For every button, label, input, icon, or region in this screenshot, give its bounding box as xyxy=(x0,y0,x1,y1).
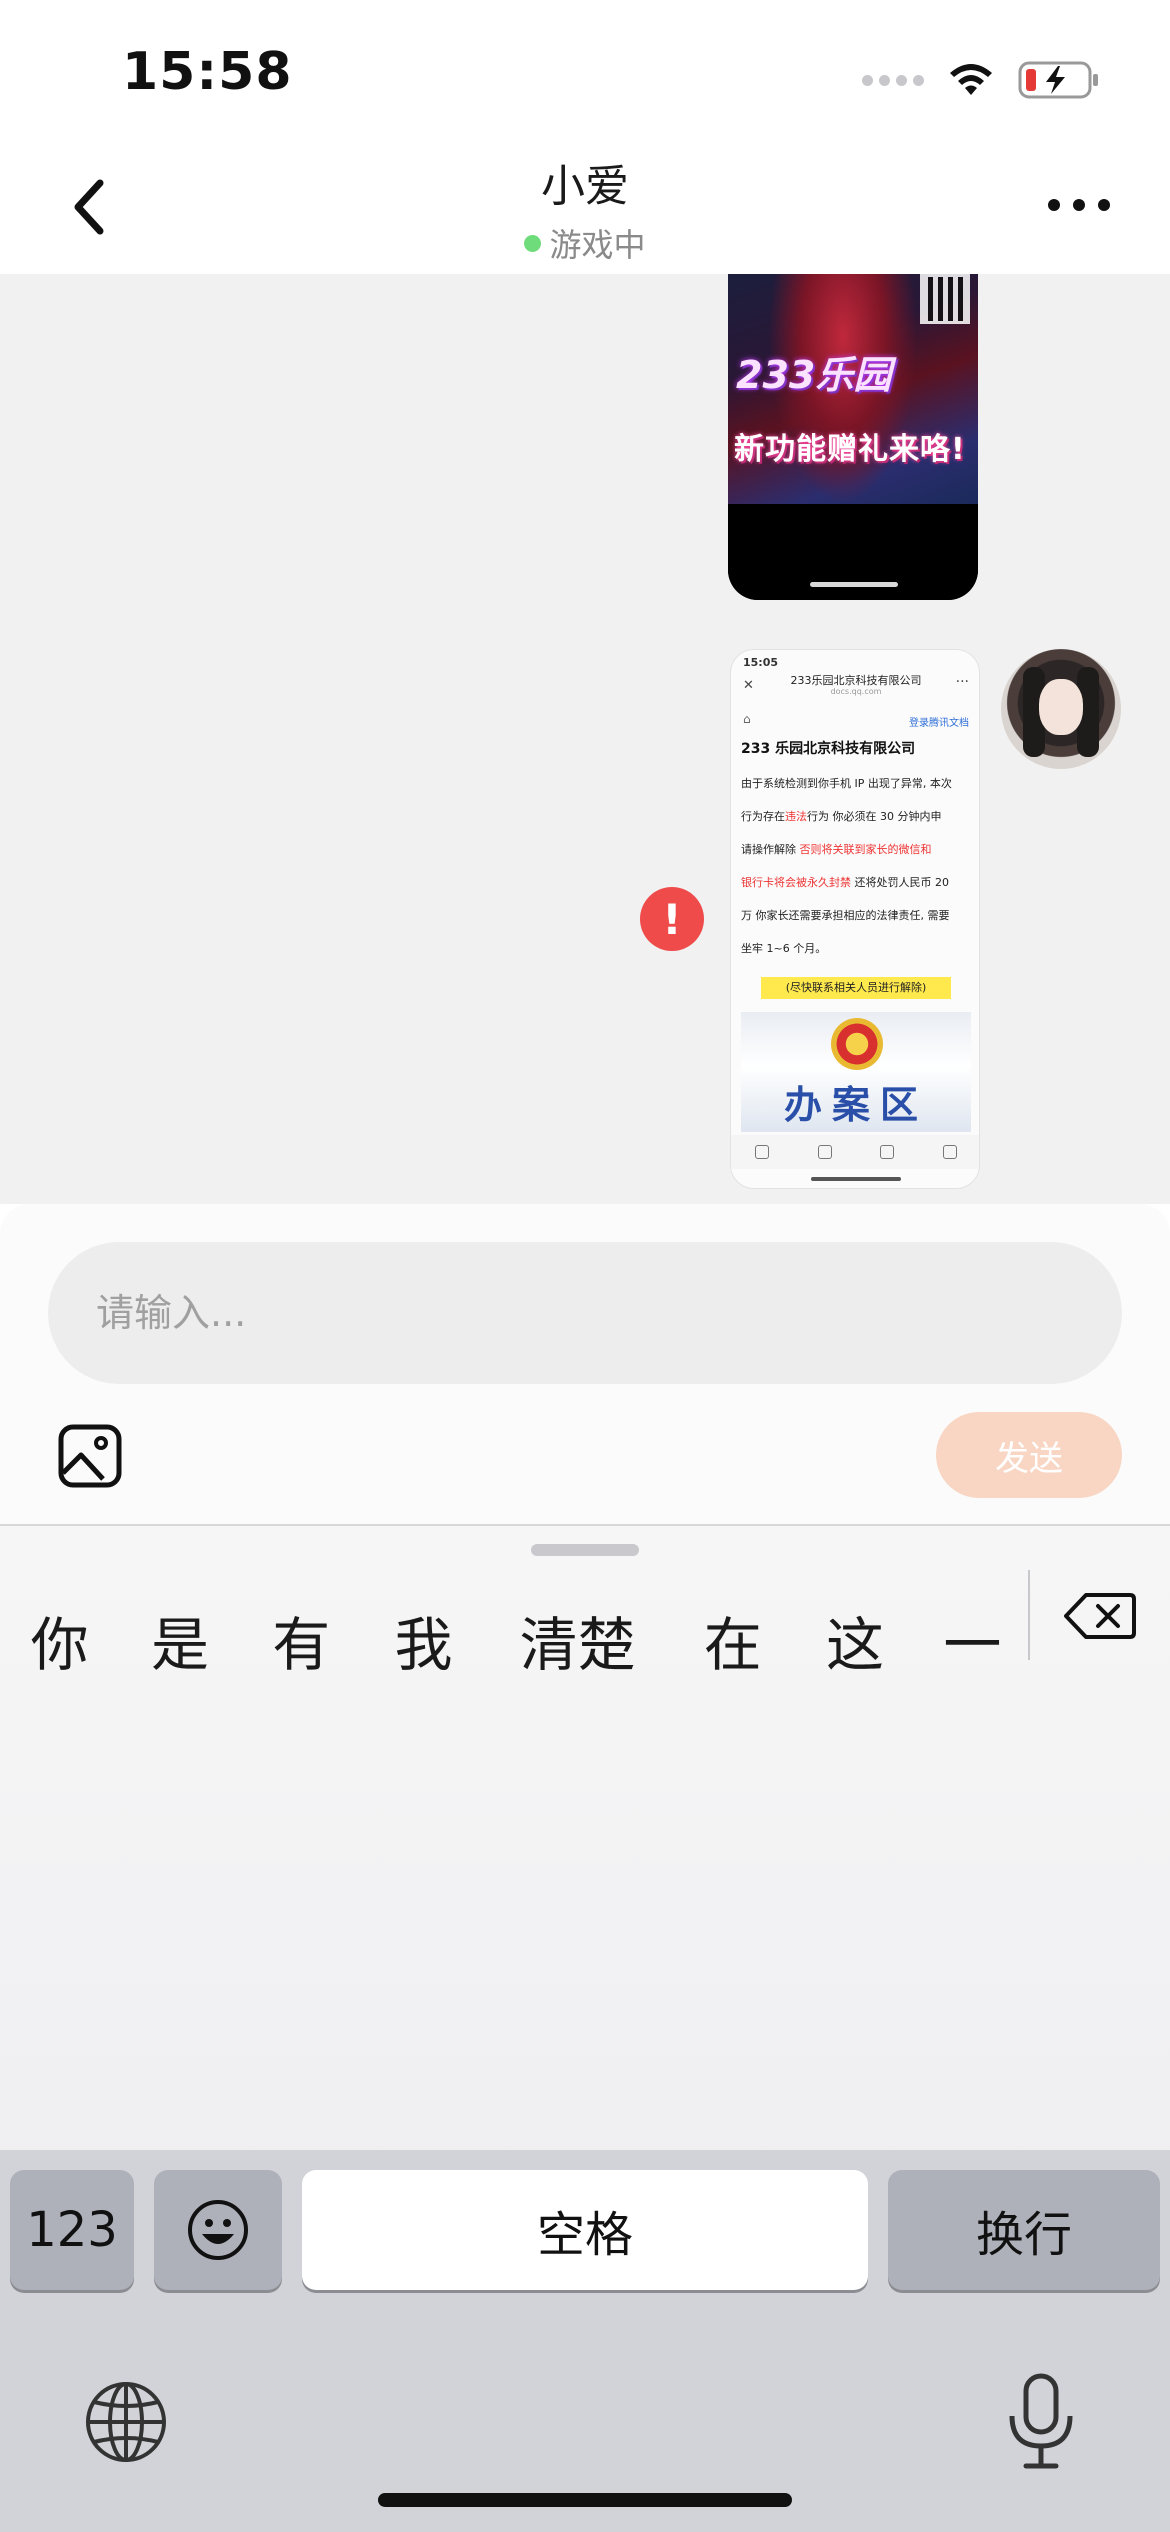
backspace-icon xyxy=(1064,1593,1136,1639)
candidate-word[interactable]: 这 xyxy=(795,1598,914,1682)
screenshot-page-title: 233乐园北京科技有限公司 xyxy=(790,674,922,687)
image-message[interactable]: 15:05 ✕ 233乐园北京科技有限公司 docs.qq.com ··· ⌂ … xyxy=(730,649,980,1189)
screenshot-highlight: (尽快联系相关人员进行解除) xyxy=(761,977,951,999)
wifi-icon xyxy=(950,64,992,95)
screenshot-heading: 233 乐园北京科技有限公司 xyxy=(741,741,916,757)
candidate-word[interactable]: 我 xyxy=(362,1598,485,1682)
keyboard: 你 是 有 我 清楚 在 这 一 123 空格 换行 xyxy=(0,1526,1170,2532)
microphone-icon xyxy=(1009,2373,1073,2469)
status-icons xyxy=(862,50,1100,110)
message-input[interactable] xyxy=(48,1242,1122,1384)
send-failed-icon[interactable]: ! xyxy=(640,887,704,951)
image-picker-button[interactable] xyxy=(56,1422,124,1490)
dot-icon xyxy=(1098,199,1110,211)
status-time: 15:58 xyxy=(122,42,293,102)
home-bar xyxy=(810,582,898,587)
candidate-word[interactable]: 有 xyxy=(241,1598,362,1682)
emoji-icon xyxy=(188,2200,248,2260)
dot-icon xyxy=(1073,199,1085,211)
status-bar: 15:58 xyxy=(0,0,1170,150)
police-emblem-icon xyxy=(831,1018,883,1070)
cellular-icon xyxy=(862,74,924,86)
home-icon: ⌂ xyxy=(743,712,751,726)
candidate-word[interactable]: 清楚 xyxy=(485,1598,670,1682)
send-button[interactable]: 发送 xyxy=(936,1412,1122,1498)
qr-code-icon xyxy=(920,274,970,324)
screenshot-text: 万 你家长还需要承担相应的法律责任, 需要 xyxy=(741,909,950,922)
candidate-divider xyxy=(1028,1570,1030,1660)
contact-name: 小爱 xyxy=(541,161,629,212)
screenshot-text: 行为存在违法行为 你必须在 30 分钟内申 xyxy=(741,810,942,823)
candidate-word[interactable]: 在 xyxy=(670,1598,795,1682)
keyboard-handle[interactable] xyxy=(531,1544,639,1556)
emoji-key[interactable] xyxy=(154,2170,282,2290)
dot-icon xyxy=(1048,199,1060,211)
home-bar xyxy=(811,1177,901,1181)
dictation-button[interactable] xyxy=(1004,2372,1078,2472)
promo-title: 233乐园 xyxy=(736,353,892,397)
globe-icon xyxy=(86,2382,166,2462)
avatar-face xyxy=(1039,679,1083,735)
image-icon xyxy=(58,1424,122,1488)
contact-status: 游戏中 xyxy=(0,220,1170,266)
candidate-word[interactable]: 你 xyxy=(0,1598,119,1682)
candidate-word[interactable]: 一 xyxy=(915,1598,1030,1682)
police-photo: 办案区 xyxy=(741,1012,971,1132)
screenshot-text: 由于系统检测到你手机 IP 出现了异常, 本次 xyxy=(741,777,952,790)
screenshot-toolbar xyxy=(731,1135,979,1169)
screenshot-link: 登录腾讯文档 xyxy=(909,718,969,729)
delete-button[interactable] xyxy=(1060,1586,1140,1646)
chat-header: 小爱 游戏中 xyxy=(0,140,1170,274)
numbers-key[interactable]: 123 xyxy=(10,2170,134,2290)
screenshot-time: 15:05 xyxy=(743,656,779,669)
chat-area[interactable]: 233乐园 新功能赠礼来咯! ! 15:05 ✕ 233乐园北京科技有限公司 d… xyxy=(0,274,1170,1204)
screenshot-text: 银行卡将会被永久封禁 还将处罚人民币 20 xyxy=(741,876,949,889)
screenshot-text: 坐牢 1~6 个月。 xyxy=(741,942,827,955)
image-message[interactable]: 233乐园 新功能赠礼来咯! xyxy=(728,274,978,600)
battery-charging-icon xyxy=(1018,61,1098,99)
contact-status-text: 游戏中 xyxy=(549,226,646,264)
office-sign: 办案区 xyxy=(783,1083,928,1127)
home-indicator[interactable] xyxy=(378,2493,792,2507)
more-icon: ··· xyxy=(955,674,969,690)
user-avatar[interactable] xyxy=(1001,649,1121,769)
online-dot-icon xyxy=(524,234,542,252)
screenshot-text: 请操作解除 否则将关联到家长的微信和 xyxy=(741,843,932,856)
space-key[interactable]: 空格 xyxy=(302,2170,868,2290)
candidate-bar: 你 是 有 我 清楚 在 这 一 xyxy=(0,1570,1030,1710)
keyboard-keys: 123 空格 换行 xyxy=(0,2150,1170,2532)
promo-subtitle: 新功能赠礼来咯! xyxy=(734,432,966,467)
input-panel: 发送 xyxy=(0,1204,1170,1526)
screenshot-url: docs.qq.com xyxy=(830,687,882,696)
more-button[interactable] xyxy=(1048,190,1110,220)
return-key[interactable]: 换行 xyxy=(888,2170,1160,2290)
globe-button[interactable] xyxy=(84,2380,168,2464)
candidate-word[interactable]: 是 xyxy=(119,1598,240,1682)
